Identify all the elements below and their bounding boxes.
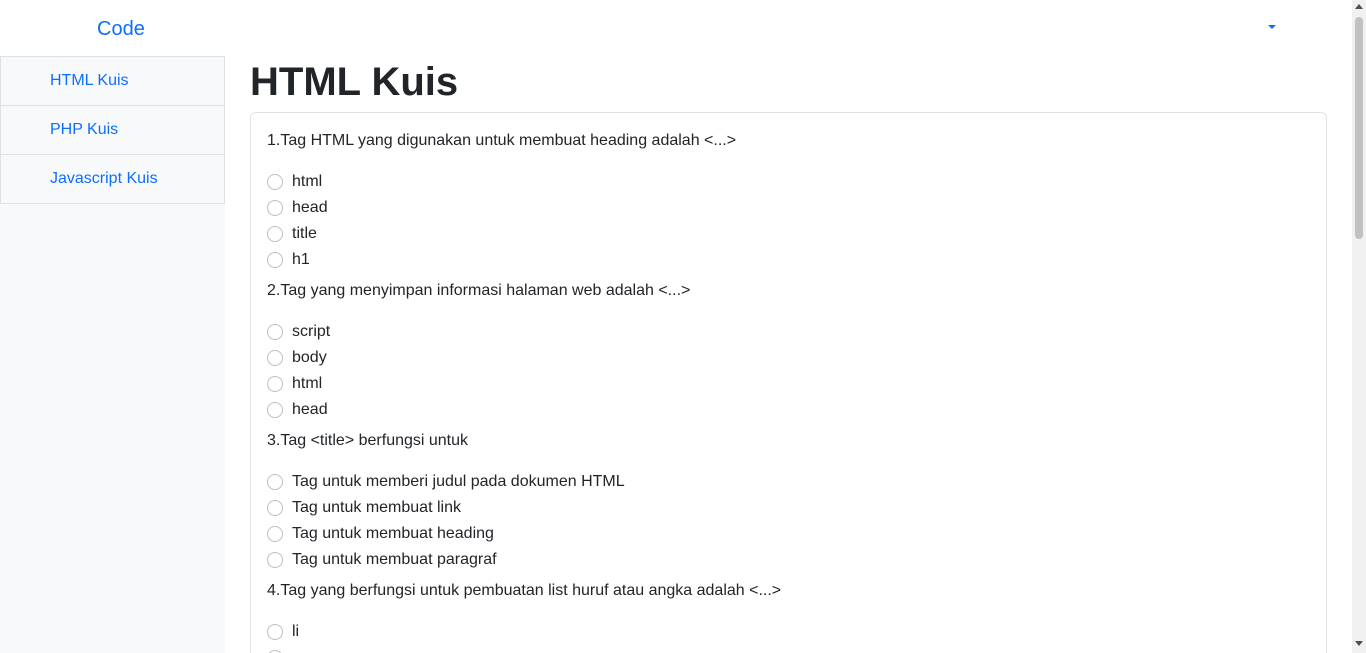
option-label[interactable]: Tag untuk membuat heading xyxy=(292,525,494,543)
question-text: 3.Tag <title> berfungsi untuk xyxy=(267,432,469,449)
option-list: html head title h1 xyxy=(267,169,1310,273)
question-block: 2.Tag yang menyimpan informasi halaman w… xyxy=(267,279,1310,423)
option-label[interactable]: Tag untuk memberi judul pada dokumen HTM… xyxy=(292,473,625,491)
vertical-scrollbar[interactable] xyxy=(1352,0,1366,653)
page-title: HTML Kuis xyxy=(250,60,459,104)
question-block: 3.Tag <title> berfungsi untuk Tag untuk … xyxy=(267,429,1310,573)
option-item[interactable]: head xyxy=(267,195,1310,221)
option-item[interactable]: Tag untuk memberi judul pada dokumen HTM… xyxy=(267,469,1310,495)
option-label[interactable]: html xyxy=(292,375,322,393)
radio-button[interactable] xyxy=(267,552,283,568)
option-item[interactable]: html xyxy=(267,371,1310,397)
question-text: 4.Tag yang berfungsi untuk pembuatan lis… xyxy=(267,582,782,599)
scroll-up-arrow-icon[interactable] xyxy=(1355,4,1363,9)
radio-button[interactable] xyxy=(267,174,283,190)
option-item[interactable]: body xyxy=(267,345,1310,371)
option-label[interactable]: h1 xyxy=(292,251,310,269)
option-label[interactable]: head xyxy=(292,199,328,217)
radio-button[interactable] xyxy=(267,324,283,340)
radio-button[interactable] xyxy=(267,226,283,242)
radio-button[interactable] xyxy=(267,252,283,268)
option-label[interactable]: Tag untuk membuat paragraf xyxy=(292,551,497,569)
option-item[interactable]: title xyxy=(267,221,1310,247)
question-block: 1.Tag HTML yang digunakan untuk membuat … xyxy=(267,129,1310,273)
radio-button[interactable] xyxy=(267,624,283,640)
option-item[interactable]: html xyxy=(267,169,1310,195)
sidebar-item-php-kuis[interactable]: PHP Kuis xyxy=(0,105,225,154)
sidebar-item-javascript-kuis[interactable]: Javascript Kuis xyxy=(0,154,225,204)
option-label[interactable]: head xyxy=(292,401,328,419)
option-label[interactable]: li xyxy=(292,623,299,641)
scroll-down-arrow-icon[interactable] xyxy=(1355,641,1363,646)
user-dropdown-toggle[interactable] xyxy=(1262,18,1282,38)
caret-down-icon xyxy=(1268,25,1276,29)
option-item[interactable]: Tag untuk membuat link xyxy=(267,495,1310,521)
sidebar: HTML Kuis PHP Kuis Javascript Kuis xyxy=(0,56,225,653)
option-label[interactable]: script xyxy=(292,323,330,341)
option-item[interactable]: li xyxy=(267,619,1310,645)
radio-button[interactable] xyxy=(267,402,283,418)
sidebar-item-html-kuis[interactable]: HTML Kuis xyxy=(0,56,225,105)
option-item[interactable]: head xyxy=(267,397,1310,423)
option-label[interactable]: html xyxy=(292,173,322,191)
option-list: script body html head xyxy=(267,319,1310,423)
option-list: Tag untuk memberi judul pada dokumen HTM… xyxy=(267,469,1310,573)
question-block: 4.Tag yang berfungsi untuk pembuatan lis… xyxy=(267,579,1310,653)
page: Code HTML Kuis PHP Kuis Javascript Kuis … xyxy=(0,0,1366,653)
option-label[interactable]: body xyxy=(292,349,327,367)
option-item[interactable]: script xyxy=(267,319,1310,345)
radio-button[interactable] xyxy=(267,376,283,392)
scrollbar-thumb[interactable] xyxy=(1355,17,1363,239)
option-item[interactable]: Tag untuk membuat heading xyxy=(267,521,1310,547)
brand-link[interactable]: Code xyxy=(97,15,145,43)
option-list: li xyxy=(267,619,1310,653)
option-item[interactable]: h1 xyxy=(267,247,1310,273)
option-item[interactable] xyxy=(267,645,1310,653)
top-navbar: Code xyxy=(0,0,1352,56)
radio-button[interactable] xyxy=(267,200,283,216)
radio-button[interactable] xyxy=(267,474,283,490)
question-text: 1.Tag HTML yang digunakan untuk membuat … xyxy=(267,132,737,149)
main-content: HTML Kuis 1.Tag HTML yang digunakan untu… xyxy=(250,56,1327,653)
quiz-card: 1.Tag HTML yang digunakan untuk membuat … xyxy=(250,112,1327,653)
option-label[interactable]: Tag untuk membuat link xyxy=(292,499,461,517)
option-item[interactable]: Tag untuk membuat paragraf xyxy=(267,547,1310,573)
radio-button[interactable] xyxy=(267,526,283,542)
question-text: 2.Tag yang menyimpan informasi halaman w… xyxy=(267,282,691,299)
option-label[interactable]: title xyxy=(292,225,317,243)
radio-button[interactable] xyxy=(267,350,283,366)
radio-button[interactable] xyxy=(267,500,283,516)
